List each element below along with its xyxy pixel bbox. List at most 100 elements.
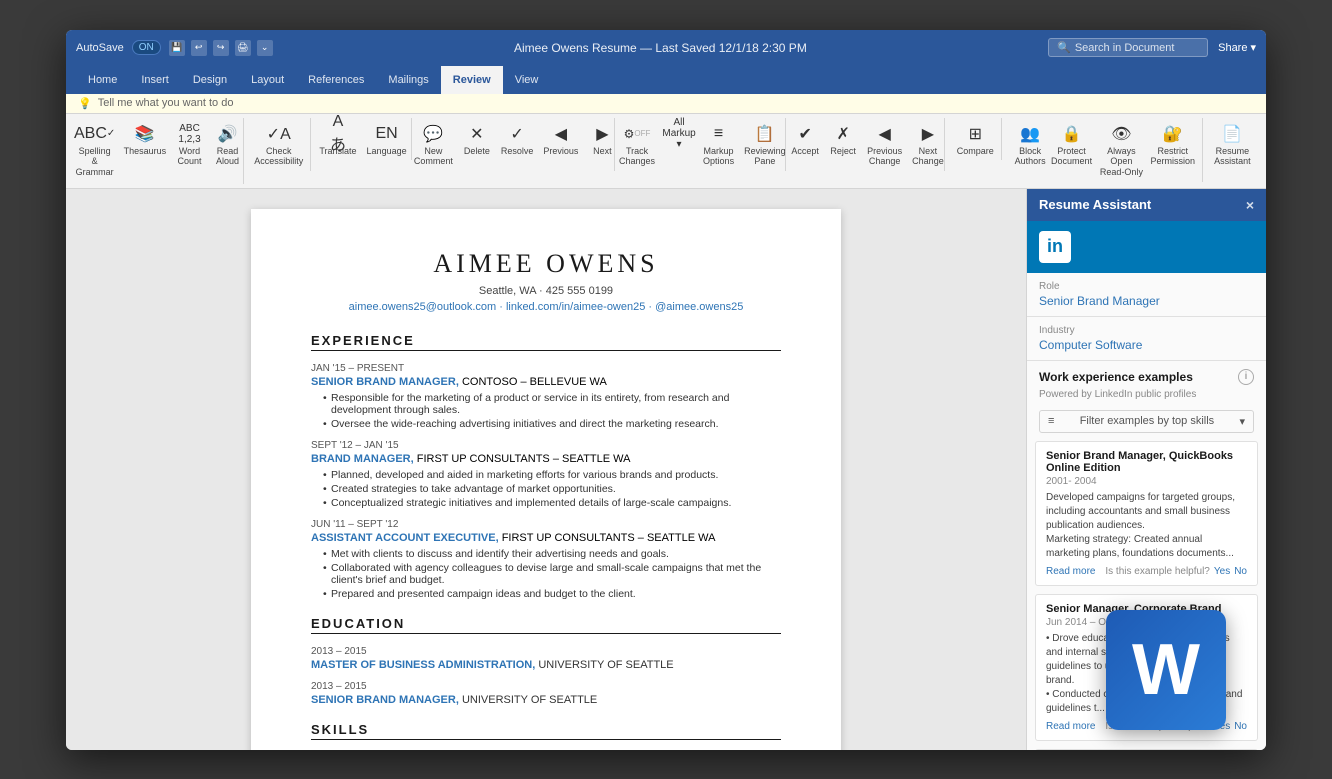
save-icon[interactable]: 💾 (169, 40, 185, 56)
title-right: 🔍 Search in Document Share ▾ (1048, 38, 1256, 57)
document-page: AIMEE OWENS Seattle, WA · 425 555 0199 a… (251, 209, 841, 750)
tell-me-bar[interactable]: 💡 Tell me what you want to do (66, 94, 1266, 114)
reject-button[interactable]: ✗ Reject (825, 120, 861, 159)
ribbon-group-changes: ✔ Accept ✗ Reject ◀ PreviousChange ▶ Nex… (790, 118, 945, 172)
language-label: Language (367, 146, 407, 157)
thesaurus-label: Thesaurus (124, 146, 167, 157)
read-more-1[interactable]: Read more (1046, 566, 1095, 577)
tab-design[interactable]: Design (181, 66, 239, 94)
job-title-bold-3: ASSISTANT ACCOUNT EXECUTIVE, (311, 532, 499, 544)
language-button[interactable]: EN Language (363, 120, 411, 159)
accept-button[interactable]: ✔ Accept (787, 120, 823, 159)
all-markup-button[interactable]: All Markup ▾ (661, 120, 697, 148)
tab-insert[interactable]: Insert (129, 66, 181, 94)
word-logo: W (1106, 610, 1226, 730)
job-title-bold-1: SENIOR BRAND MANAGER, (311, 376, 459, 388)
resume-contact: Seattle, WA · 425 555 0199 (311, 285, 781, 297)
new-comment-button[interactable]: 💬 NewComment (410, 120, 457, 170)
info-icon[interactable]: i (1238, 369, 1254, 385)
filter-label: Filter examples by top skills (1080, 415, 1215, 427)
linkedin-letter: in (1047, 236, 1063, 257)
edu-title-1: MASTER OF BUSINESS ADMINISTRATION, UNIVE… (311, 659, 781, 671)
ribbon: Home Insert Design Layout References Mai… (66, 66, 1266, 189)
translate-label: Translate (319, 146, 356, 157)
always-open-readonly-button[interactable]: 👁 Always OpenRead-Only (1095, 120, 1148, 180)
markup-options-label: MarkupOptions (703, 146, 734, 168)
next-change-button[interactable]: ▶ NextChange (908, 120, 948, 170)
document-area[interactable]: AIMEE OWENS Seattle, WA · 425 555 0199 a… (66, 189, 1026, 750)
reject-label: Reject (830, 146, 856, 157)
redo-icon[interactable]: ↪ (213, 40, 229, 56)
word-count-button[interactable]: ABC1,2,3 WordCount (172, 120, 208, 170)
thesaurus-button[interactable]: 📚 Thesaurus (120, 120, 169, 159)
edu-date-1: 2013 – 2015 (311, 646, 781, 657)
spelling-label: Spelling &Grammar (75, 146, 114, 178)
autosave-toggle[interactable]: ON (132, 40, 161, 55)
ra-role-section: Role Senior Brand Manager (1027, 273, 1266, 317)
share-button[interactable]: Share ▾ (1218, 41, 1256, 54)
reviewing-pane-button[interactable]: 📋 ReviewingPane (740, 120, 790, 170)
section-experience: EXPERIENCE (311, 333, 781, 351)
markup-options-button[interactable]: ≡ MarkupOptions (699, 120, 738, 170)
block-authors-button[interactable]: 👥 BlockAuthors (1012, 120, 1048, 170)
resume-assistant-label: ResumeAssistant (1214, 146, 1251, 168)
previous-comment-button[interactable]: ◀ Previous (539, 120, 582, 159)
title-center: Aimee Owens Resume — Last Saved 12/1/18 … (273, 41, 1048, 55)
track-changes-button[interactable]: ⚙OFF TrackChanges (615, 120, 659, 170)
tracking-buttons: ⚙OFF TrackChanges All Markup ▾ ≡ MarkupO… (615, 120, 790, 170)
compare-button[interactable]: ⊞ Compare (953, 120, 998, 159)
protect-document-button[interactable]: 🔒 ProtectDocument (1050, 120, 1093, 170)
autosave-label: AutoSave (76, 42, 124, 54)
helpful-no-2[interactable]: No (1234, 721, 1247, 732)
resolve-button[interactable]: ✓ Resolve (497, 120, 538, 159)
edu-entry-1: 2013 – 2015 MASTER OF BUSINESS ADMINISTR… (311, 646, 781, 671)
restrict-permission-button[interactable]: 🔐 RestrictPermission (1150, 120, 1196, 170)
job-entry-3: JUN '11 – SEPT '12 ASSISTANT ACCOUNT EXE… (311, 519, 781, 600)
search-icon: 🔍 (1057, 41, 1071, 54)
title-bar-left: AutoSave ON 💾 ↩ ↪ 🖨 ⌄ (76, 40, 273, 56)
helpful-yes-1[interactable]: Yes (1214, 566, 1230, 577)
more-icon[interactable]: ⌄ (257, 40, 273, 56)
resume-assistant-button[interactable]: 📄 ResumeAssistant (1210, 120, 1255, 170)
tab-layout[interactable]: Layout (239, 66, 296, 94)
search-placeholder: Search in Document (1075, 42, 1175, 54)
compare-icon: ⊞ (963, 122, 987, 146)
edu-entry-2: 2013 – 2015 SENIOR BRAND MANAGER, UNIVER… (311, 681, 781, 706)
role-value[interactable]: Senior Brand Manager (1039, 294, 1254, 308)
ribbon-group-resume: 📄 ResumeAssistant (1207, 118, 1258, 172)
filter-dropdown[interactable]: ≡ Filter examples by top skills ▾ (1039, 410, 1254, 433)
check-accessibility-button[interactable]: ✓A CheckAccessibility (250, 120, 307, 170)
job-entry-2: SEPT '12 – JAN '15 BRAND MANAGER, FIRST … (311, 440, 781, 509)
job-title-3: ASSISTANT ACCOUNT EXECUTIVE, FIRST UP CO… (311, 532, 781, 544)
tab-references[interactable]: References (296, 66, 376, 94)
ribbon-group-protect: 👥 BlockAuthors 🔒 ProtectDocument 👁 Alway… (1006, 118, 1203, 182)
tab-review[interactable]: Review (441, 66, 503, 94)
protect-doc-icon: 🔒 (1060, 122, 1084, 146)
delete-comment-button[interactable]: ✕ Delete (459, 120, 495, 159)
undo-icon[interactable]: ↩ (191, 40, 207, 56)
block-authors-icon: 👥 (1018, 122, 1042, 146)
doc-title: Aimee Owens Resume — Last Saved 12/1/18 … (514, 41, 807, 55)
job-desc-3a: Met with clients to discuss and identify… (323, 548, 781, 560)
industry-value[interactable]: Computer Software (1039, 338, 1254, 352)
example-text-1: Developed campaigns for targeted groups,… (1046, 491, 1247, 561)
search-box[interactable]: 🔍 Search in Document (1048, 38, 1208, 57)
previous-change-button[interactable]: ◀ PreviousChange (863, 120, 906, 170)
read-more-2[interactable]: Read more (1046, 721, 1095, 732)
tab-mailings[interactable]: Mailings (376, 66, 440, 94)
print-icon[interactable]: 🖨 (235, 40, 251, 56)
language-buttons: Aあ Translate EN Language (315, 120, 410, 159)
resume-assistant-icon: 📄 (1220, 122, 1244, 146)
job-company-3: FIRST UP CONSULTANTS – SEATTLE WA (502, 532, 716, 544)
ra-close-button[interactable]: × (1246, 197, 1254, 213)
spelling-grammar-button[interactable]: ABC✓ Spelling &Grammar (71, 120, 118, 180)
helpful-no-1[interactable]: No (1234, 566, 1247, 577)
translate-button[interactable]: Aあ Translate (315, 120, 360, 159)
track-changes-label: TrackChanges (619, 146, 655, 168)
new-comment-icon: 💬 (421, 122, 445, 146)
ribbon-tabs: Home Insert Design Layout References Mai… (66, 66, 1266, 94)
tab-home[interactable]: Home (76, 66, 129, 94)
read-aloud-button[interactable]: 🔊 ReadAloud (210, 120, 246, 170)
resolve-icon: ✓ (505, 122, 529, 146)
tab-view[interactable]: View (503, 66, 551, 94)
